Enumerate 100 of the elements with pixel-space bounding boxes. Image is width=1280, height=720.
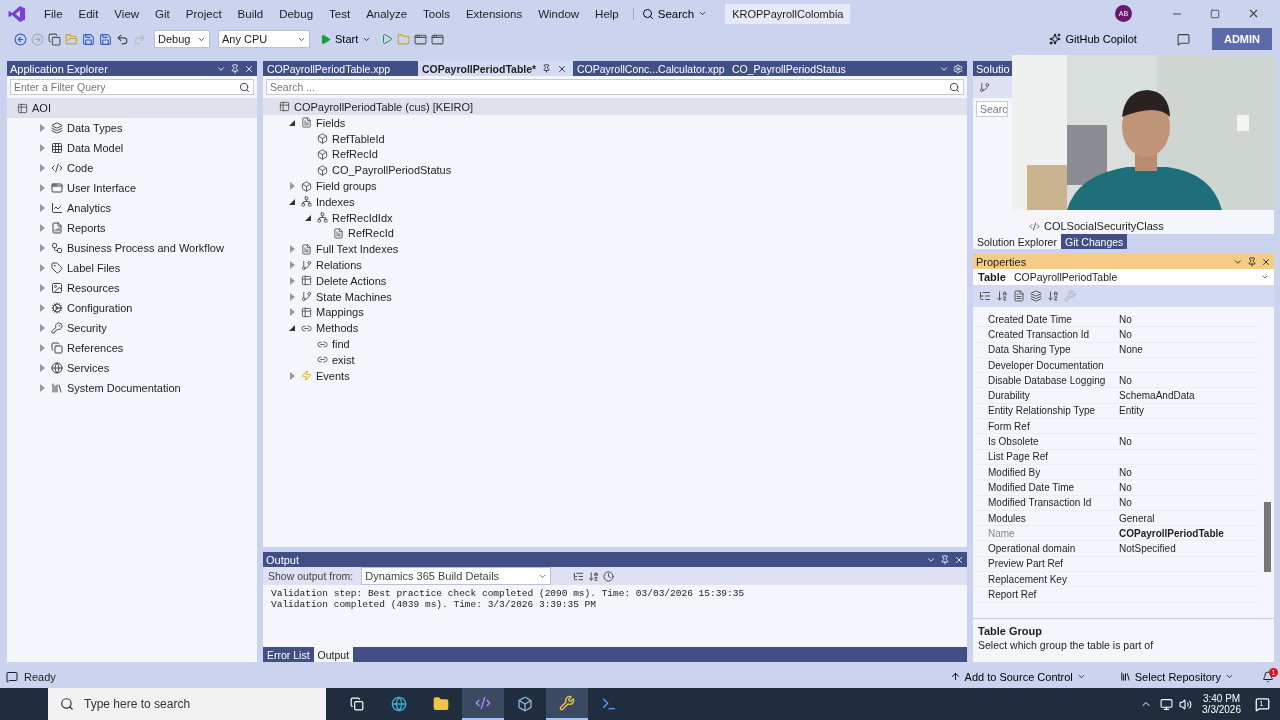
expanded-caret-icon[interactable] (289, 119, 295, 126)
document-tab[interactable]: COPayrollPeriodTable.xpp (263, 61, 418, 76)
copy-icon[interactable] (48, 32, 61, 46)
collapsed-caret-icon[interactable] (39, 364, 45, 372)
pin-icon[interactable] (940, 554, 950, 565)
collapsed-caret-icon[interactable] (39, 144, 45, 152)
search-field[interactable]: Searc (976, 101, 1008, 117)
feedback-icon[interactable] (1176, 32, 1190, 46)
tree-item[interactable]: Services (7, 358, 257, 378)
panel-tab[interactable]: Git Changes (1060, 234, 1128, 249)
property-row[interactable]: List Page Ref (973, 449, 1260, 465)
property-row[interactable]: Created Date Time No (973, 312, 1260, 328)
collapsed-caret-icon[interactable] (39, 324, 45, 332)
tree-item[interactable]: Indexes (263, 194, 967, 210)
tree-item[interactable]: exist (263, 351, 967, 368)
menu-item[interactable]: Tools (415, 7, 458, 20)
back-icon[interactable] (14, 32, 27, 46)
property-row[interactable]: Created Transaction Id No (973, 327, 1260, 343)
property-row[interactable]: Report Ref (973, 587, 1260, 603)
document-tab[interactable]: COPayrollPeriodTable* (418, 61, 573, 76)
close-icon[interactable] (954, 554, 964, 565)
tree-item[interactable]: Security (7, 318, 257, 338)
menu-item[interactable]: Debug (271, 7, 322, 20)
tree-item[interactable]: References (7, 338, 257, 358)
menu-item[interactable]: Window (530, 7, 588, 20)
save-all-icon[interactable] (99, 32, 112, 46)
tree-item[interactable]: RefRecId (263, 225, 967, 242)
window-icon[interactable] (414, 32, 428, 46)
undo-icon[interactable] (116, 32, 129, 46)
close-icon[interactable] (244, 63, 254, 74)
collapsed-caret-icon[interactable] (39, 244, 45, 252)
menu-item[interactable]: Project (177, 7, 230, 20)
close-icon[interactable] (1261, 256, 1271, 267)
tree-item[interactable]: Full Text Indexes (263, 241, 967, 258)
tree-item[interactable]: RefTableId (263, 130, 967, 147)
object-selector[interactable]: Table COPayrollPeriodTable (973, 269, 1274, 285)
tree-item[interactable]: Delete Actions (263, 272, 967, 289)
sort-icon[interactable] (996, 290, 1008, 302)
property-row[interactable]: Replacement Key (973, 572, 1260, 588)
search-button[interactable]: Search (632, 7, 716, 20)
taskbar-search-field[interactable]: Type here to search (48, 688, 326, 720)
collapsed-caret-icon[interactable] (39, 204, 45, 212)
pin-icon[interactable] (230, 63, 240, 74)
collapsed-caret-icon[interactable] (39, 164, 45, 172)
property-row[interactable]: Durability SchemaAndData (973, 388, 1260, 404)
collapsed-caret-icon[interactable] (39, 264, 45, 272)
tree-item[interactable]: State Machines (263, 288, 967, 305)
menu-item[interactable]: Test (321, 7, 359, 20)
copilot-button[interactable]: GitHub Copilot (1043, 32, 1143, 46)
tree-item[interactable]: Business Process and Workflow (7, 238, 257, 258)
app-icon[interactable] (546, 688, 588, 720)
tree-item[interactable]: Resources (7, 278, 257, 298)
list-icon[interactable] (573, 570, 585, 582)
tree-item[interactable]: Relations (263, 257, 967, 273)
property-row[interactable]: Operational domain NotSpecified (973, 541, 1260, 557)
collapsed-caret-icon[interactable] (289, 182, 295, 191)
admin-button[interactable]: ADMIN (1211, 28, 1272, 50)
menu-item[interactable]: Analyze (358, 7, 416, 20)
layers-icon[interactable] (1030, 290, 1042, 302)
tree-item[interactable]: CO_PayrollPeriodStatus (263, 162, 967, 179)
repository-button[interactable]: Select Repository (1113, 669, 1240, 684)
output-source-dropdown[interactable]: Dynamics 365 Build Details (361, 567, 552, 585)
property-row[interactable]: Developer Documentation (973, 357, 1260, 374)
panel-tab[interactable]: Output (313, 647, 354, 662)
collapsed-caret-icon[interactable] (39, 344, 45, 352)
property-row[interactable]: Modified Transaction Id No (973, 495, 1260, 511)
window-icon[interactable] (431, 32, 445, 46)
tree-item[interactable]: RefRecIdIdx (263, 209, 967, 226)
tree-item[interactable]: Label Files (7, 258, 257, 278)
pin-icon[interactable] (1247, 256, 1257, 267)
collapsed-caret-icon[interactable] (289, 371, 295, 380)
tree-item[interactable]: Analytics (7, 198, 257, 218)
settings-icon[interactable] (953, 63, 963, 74)
volume-icon[interactable] (1179, 697, 1193, 711)
configuration-dropdown[interactable]: Debug (154, 30, 210, 48)
collapsed-caret-icon[interactable] (289, 308, 295, 317)
sort-icon[interactable] (1047, 290, 1059, 302)
tree-item[interactable]: find (263, 336, 967, 352)
scrollbar[interactable] (1264, 502, 1271, 572)
menu-item[interactable]: View (106, 7, 148, 20)
tree-item[interactable]: Data Model (7, 138, 257, 158)
taskbar-clock[interactable]: 3:40 PM 3/3/2026 (1202, 693, 1241, 715)
property-row[interactable]: Form Ref (973, 419, 1260, 435)
collapsed-caret-icon[interactable] (39, 284, 45, 292)
save-icon[interactable] (82, 32, 95, 46)
search-field[interactable]: Search ... (266, 79, 964, 95)
tree-root-item[interactable]: COPayrollPeriodTable (cus) [KEIRO] (263, 98, 967, 115)
expanded-caret-icon[interactable] (289, 325, 295, 332)
property-row[interactable]: Modified Date Time No (973, 480, 1260, 496)
expanded-caret-icon[interactable] (305, 214, 311, 221)
tree-item[interactable]: COLSocialSecurityClass (973, 218, 1274, 234)
play-icon[interactable] (381, 33, 394, 45)
menu-item[interactable]: Help (587, 7, 627, 20)
tree-item[interactable]: Fields (263, 115, 967, 131)
collapsed-caret-icon[interactable] (39, 224, 45, 232)
property-row[interactable]: Name COPayrollPeriodTable (973, 526, 1260, 542)
collapsed-caret-icon[interactable] (39, 304, 45, 312)
property-row[interactable]: Modules General (973, 510, 1260, 527)
collapsed-caret-icon[interactable] (289, 245, 295, 254)
tree-item[interactable]: Configuration (7, 298, 257, 318)
